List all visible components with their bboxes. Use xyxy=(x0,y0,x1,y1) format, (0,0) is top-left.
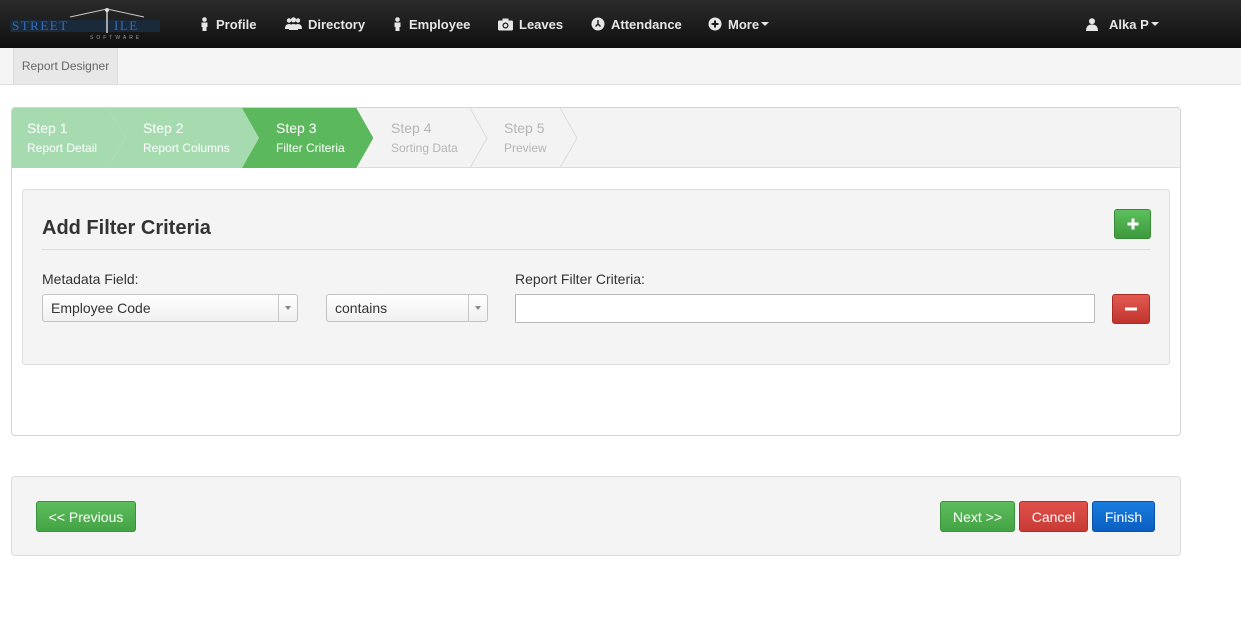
filter-criteria-panel: Add Filter Criteria Metadata Field: Empl… xyxy=(22,189,1170,365)
step-1-subtitle: Report Detail xyxy=(27,141,98,155)
top-navbar: STREET ILE SOFTWARE Profile Directory Em… xyxy=(0,0,1241,48)
user-icon xyxy=(1086,17,1098,31)
nav-directory-label: Directory xyxy=(308,16,366,32)
wizard-step-3[interactable]: Step 3 Filter Criteria xyxy=(276,108,345,168)
minus-icon xyxy=(1125,307,1137,311)
filter-criteria-input[interactable] xyxy=(515,294,1095,323)
step-3-title: Step 3 xyxy=(276,120,317,136)
caret-down-icon xyxy=(1150,22,1159,26)
nav-attendance[interactable]: Attendance xyxy=(591,0,682,48)
metadata-field-select[interactable]: Employee Code xyxy=(42,294,298,322)
wizard-step-1[interactable]: Step 1 Report Detail xyxy=(27,108,97,168)
step-1-title: Step 1 xyxy=(27,120,68,136)
panel-divider xyxy=(42,249,1150,250)
chevron-down-icon xyxy=(278,295,297,321)
nav-more[interactable]: More xyxy=(708,0,770,48)
step-5-edge xyxy=(559,108,578,168)
previous-button[interactable]: << Previous xyxy=(36,501,136,532)
step-2-subtitle: Report Columns xyxy=(143,141,230,155)
next-button[interactable]: Next >> xyxy=(940,501,1015,532)
user-name: Alka P xyxy=(1109,16,1149,32)
add-filter-button[interactable] xyxy=(1114,209,1151,239)
tab-report-designer[interactable]: Report Designer xyxy=(13,48,118,84)
step-5-title: Step 5 xyxy=(504,120,545,136)
operator-value: contains xyxy=(335,300,388,316)
nav-more-label: More xyxy=(728,16,760,32)
step-2-title: Step 2 xyxy=(143,120,184,136)
user-menu[interactable]: Alka P xyxy=(1086,0,1159,48)
caret-down-icon xyxy=(761,22,770,26)
metadata-field-value: Employee Code xyxy=(51,300,151,316)
company-logo[interactable]: STREET ILE SOFTWARE xyxy=(10,7,160,41)
step-4-title: Step 4 xyxy=(391,120,432,136)
wizard-steps: Step 1 Report Detail Step 2 Report Colum… xyxy=(12,108,1180,168)
camera-icon xyxy=(498,18,513,30)
nav-employee-label: Employee xyxy=(409,16,471,32)
plus-circle-icon xyxy=(708,17,722,31)
step-5-subtitle: Preview xyxy=(504,141,547,155)
step-4-subtitle: Sorting Data xyxy=(391,141,458,155)
panel-title: Add Filter Criteria xyxy=(42,217,211,239)
cancel-button[interactable]: Cancel xyxy=(1019,501,1088,532)
group-icon xyxy=(285,17,302,30)
svg-text:STREET: STREET xyxy=(12,18,69,33)
report-wizard: Step 1 Report Detail Step 2 Report Colum… xyxy=(11,107,1181,436)
person-icon xyxy=(394,17,401,31)
metadata-field-label: Metadata Field: xyxy=(42,271,139,287)
svg-text:SOFTWARE: SOFTWARE xyxy=(90,35,142,41)
nav-leaves[interactable]: Leaves xyxy=(498,0,563,48)
nav-directory[interactable]: Directory xyxy=(285,0,365,48)
chevron-down-icon xyxy=(468,295,487,321)
nav-attendance-label: Attendance xyxy=(611,16,682,32)
plus-icon xyxy=(1127,218,1138,230)
wizard-step-4[interactable]: Step 4 Sorting Data xyxy=(391,108,458,168)
step-3-subtitle: Filter Criteria xyxy=(276,141,345,155)
nav-employee[interactable]: Employee xyxy=(392,0,470,48)
nav-leaves-label: Leaves xyxy=(519,16,564,32)
sub-navbar: Report Designer xyxy=(0,48,1241,85)
wizard-step-5[interactable]: Step 5 Preview xyxy=(504,108,547,168)
finish-button[interactable]: Finish xyxy=(1092,501,1155,532)
clock-icon xyxy=(591,17,605,31)
filter-criteria-label: Report Filter Criteria: xyxy=(515,271,645,287)
nav-profile-label: Profile xyxy=(216,16,257,32)
step-4-edge xyxy=(469,108,488,168)
person-icon xyxy=(201,17,208,31)
remove-filter-button[interactable] xyxy=(1112,294,1150,324)
svg-text:ILE: ILE xyxy=(114,18,139,33)
wizard-actions: << Previous Next >> Cancel Finish xyxy=(11,476,1181,556)
wizard-step-2[interactable]: Step 2 Report Columns xyxy=(143,108,230,168)
nav-profile[interactable]: Profile xyxy=(199,0,256,48)
operator-select[interactable]: contains xyxy=(326,294,488,322)
